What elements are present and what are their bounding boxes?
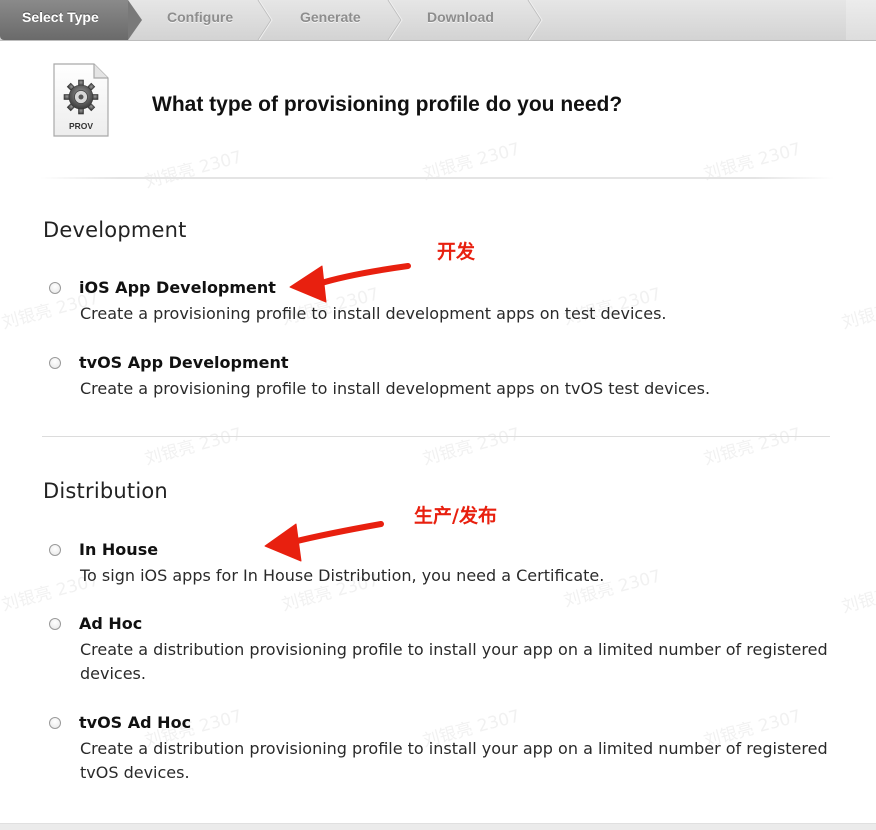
bottom-toolbar: [0, 823, 876, 830]
provisioning-profile-wizard: 刘银亮 2307 刘银亮 2307 刘银亮 2307 刘银亮 2307 刘银亮 …: [0, 0, 876, 830]
annotation-arrow-icon: [264, 263, 411, 562]
annotation-distribution: 生产/发布: [414, 505, 497, 527]
